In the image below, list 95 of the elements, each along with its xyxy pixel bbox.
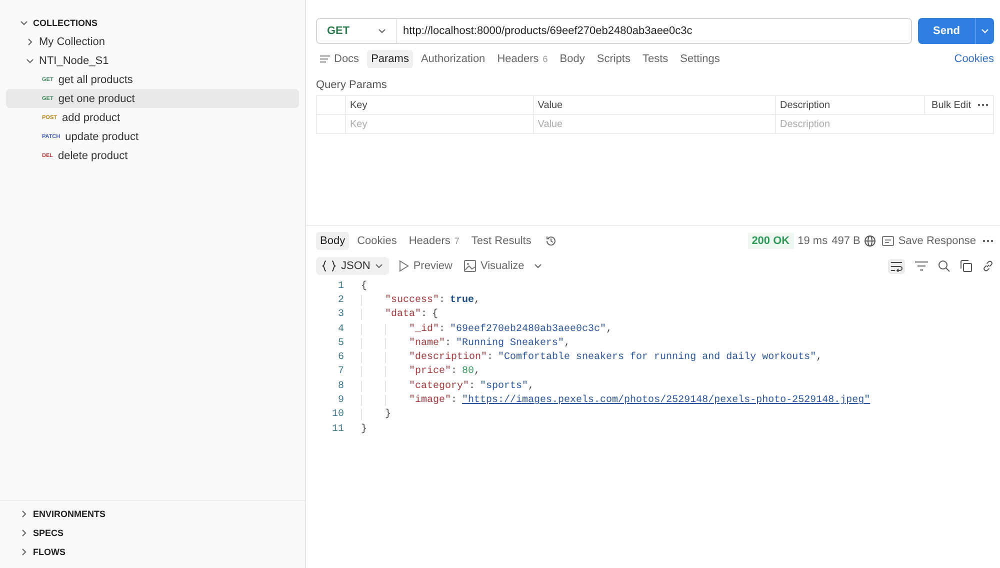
copy-icon[interactable] — [960, 260, 972, 272]
response-tab[interactable]: Body — [316, 232, 350, 250]
line-number: 3 — [336, 309, 344, 320]
collection-item[interactable]: My Collection — [6, 32, 299, 51]
send-button[interactable]: Send — [918, 18, 994, 44]
column-header: Description — [776, 96, 924, 114]
json-punctuation: : — [445, 338, 452, 349]
braces-icon — [322, 260, 336, 272]
section-header[interactable]: ENVIRONMENTS — [6, 504, 299, 523]
play-icon — [399, 260, 410, 272]
request-tab[interactable]: Scripts — [592, 50, 634, 68]
line-number: 6 — [336, 352, 344, 364]
json-punctuation: : — [439, 294, 446, 306]
json-key: "success" — [385, 294, 440, 306]
json-string: "Comfortable sneakers for running and daily workouts" — [498, 352, 816, 364]
url-field[interactable]: http://localhost:8000/products/69eef270eb2480ab3aee0c3c — [397, 25, 692, 37]
line-number: 10 — [330, 409, 344, 420]
json-string: "69eef270eb2480ab3aee0c3c" — [450, 324, 606, 335]
json-punctuation: : — [487, 352, 494, 364]
json-punctuation: : — [469, 380, 476, 392]
request-tab[interactable]: Authorization — [416, 50, 490, 68]
line-number: 8 — [336, 380, 344, 392]
json-punctuation: : — [439, 324, 446, 335]
line-number: 4 — [336, 324, 344, 335]
json-punctuation: , — [528, 380, 534, 392]
line-number: 5 — [336, 338, 344, 349]
json-string: "Running Sneakers" — [456, 338, 564, 349]
section-header[interactable]: SPECS — [6, 523, 299, 542]
response-tab[interactable]: Test Results — [467, 232, 536, 250]
search-icon[interactable] — [938, 260, 950, 272]
line-number: 9 — [336, 395, 344, 406]
json-number: 80 — [462, 366, 474, 378]
json-punctuation: : — [421, 309, 428, 320]
cookies-link[interactable]: Cookies — [954, 53, 994, 65]
request-tab[interactable]: Docs — [316, 50, 364, 68]
json-link[interactable]: "https://images.pexels.com/photos/2529148/pexels-photo-2529148.jpeg" — [462, 395, 870, 406]
wrap-icon[interactable] — [890, 260, 903, 272]
section-header[interactable]: COLLECTIONS — [6, 13, 299, 32]
json-punctuation: , — [474, 294, 480, 306]
method-dropdown[interactable]: GET — [317, 19, 397, 43]
response-time: 19 ms — [798, 235, 828, 247]
chevron-down-icon — [378, 27, 386, 35]
json-key: "data" — [385, 309, 422, 320]
request-tab[interactable]: Tests — [638, 50, 672, 68]
line-number: 2 — [336, 294, 344, 306]
line-number: 7 — [336, 366, 344, 378]
link-icon[interactable] — [982, 260, 994, 272]
collection-item[interactable]: NTI_Node_S1 — [6, 51, 299, 70]
view-button[interactable]: Visualize — [462, 258, 526, 274]
request-tab[interactable]: Params — [367, 50, 413, 68]
more-icon[interactable] — [977, 103, 989, 107]
json-punctuation: , — [474, 366, 480, 378]
chevron-down-icon — [375, 262, 384, 270]
json-key: "image" — [409, 395, 452, 406]
filter-icon[interactable] — [915, 261, 928, 271]
section-header[interactable]: FLOWS — [6, 542, 299, 561]
lines-icon — [320, 55, 330, 63]
line-number: 1 — [336, 280, 344, 292]
json-punctuation: , — [564, 338, 570, 349]
json-punctuation: , — [816, 352, 822, 364]
history-icon[interactable] — [545, 235, 558, 247]
status-badge: 200 OK — [748, 233, 794, 249]
request-tab[interactable]: Settings — [676, 50, 724, 68]
json-punctuation: { — [432, 309, 438, 320]
column-header: Key — [346, 96, 534, 114]
json-string: "sports" — [480, 380, 528, 392]
json-punctuation: { — [361, 280, 368, 292]
section-title: Query Params — [316, 79, 388, 91]
json-boolean: true — [450, 294, 474, 306]
json-key: "_id" — [409, 324, 440, 335]
chevron-down-icon — [981, 27, 989, 35]
chevron-down-icon — [534, 262, 542, 270]
json-punctuation: } — [385, 409, 392, 420]
request-tab[interactable]: Body — [556, 50, 589, 68]
json-key: "price" — [409, 366, 452, 378]
json-punctuation: : — [451, 395, 458, 406]
response-tab[interactable]: Cookies — [353, 232, 401, 250]
line-number: 11 — [330, 424, 344, 435]
save-icon — [882, 236, 894, 246]
globe-icon[interactable] — [864, 235, 876, 247]
json-punctuation: } — [361, 424, 368, 435]
format-dropdown[interactable]: JSON — [316, 257, 390, 275]
request-tab[interactable]: Headers 6 — [493, 50, 552, 68]
json-key: "category" — [409, 380, 470, 392]
json-punctuation: , — [606, 324, 612, 335]
column-header: Value — [533, 96, 776, 114]
save-response-button[interactable]: Save Response — [880, 233, 978, 249]
response-size: 497 B — [832, 235, 860, 247]
json-key: "description" — [409, 352, 488, 364]
json-key: "name" — [409, 338, 446, 349]
image-icon — [464, 260, 476, 272]
view-button[interactable]: Preview — [397, 258, 454, 274]
json-punctuation: : — [451, 366, 458, 378]
response-tab[interactable]: Headers 7 — [404, 232, 464, 250]
more-icon[interactable] — [982, 239, 994, 243]
